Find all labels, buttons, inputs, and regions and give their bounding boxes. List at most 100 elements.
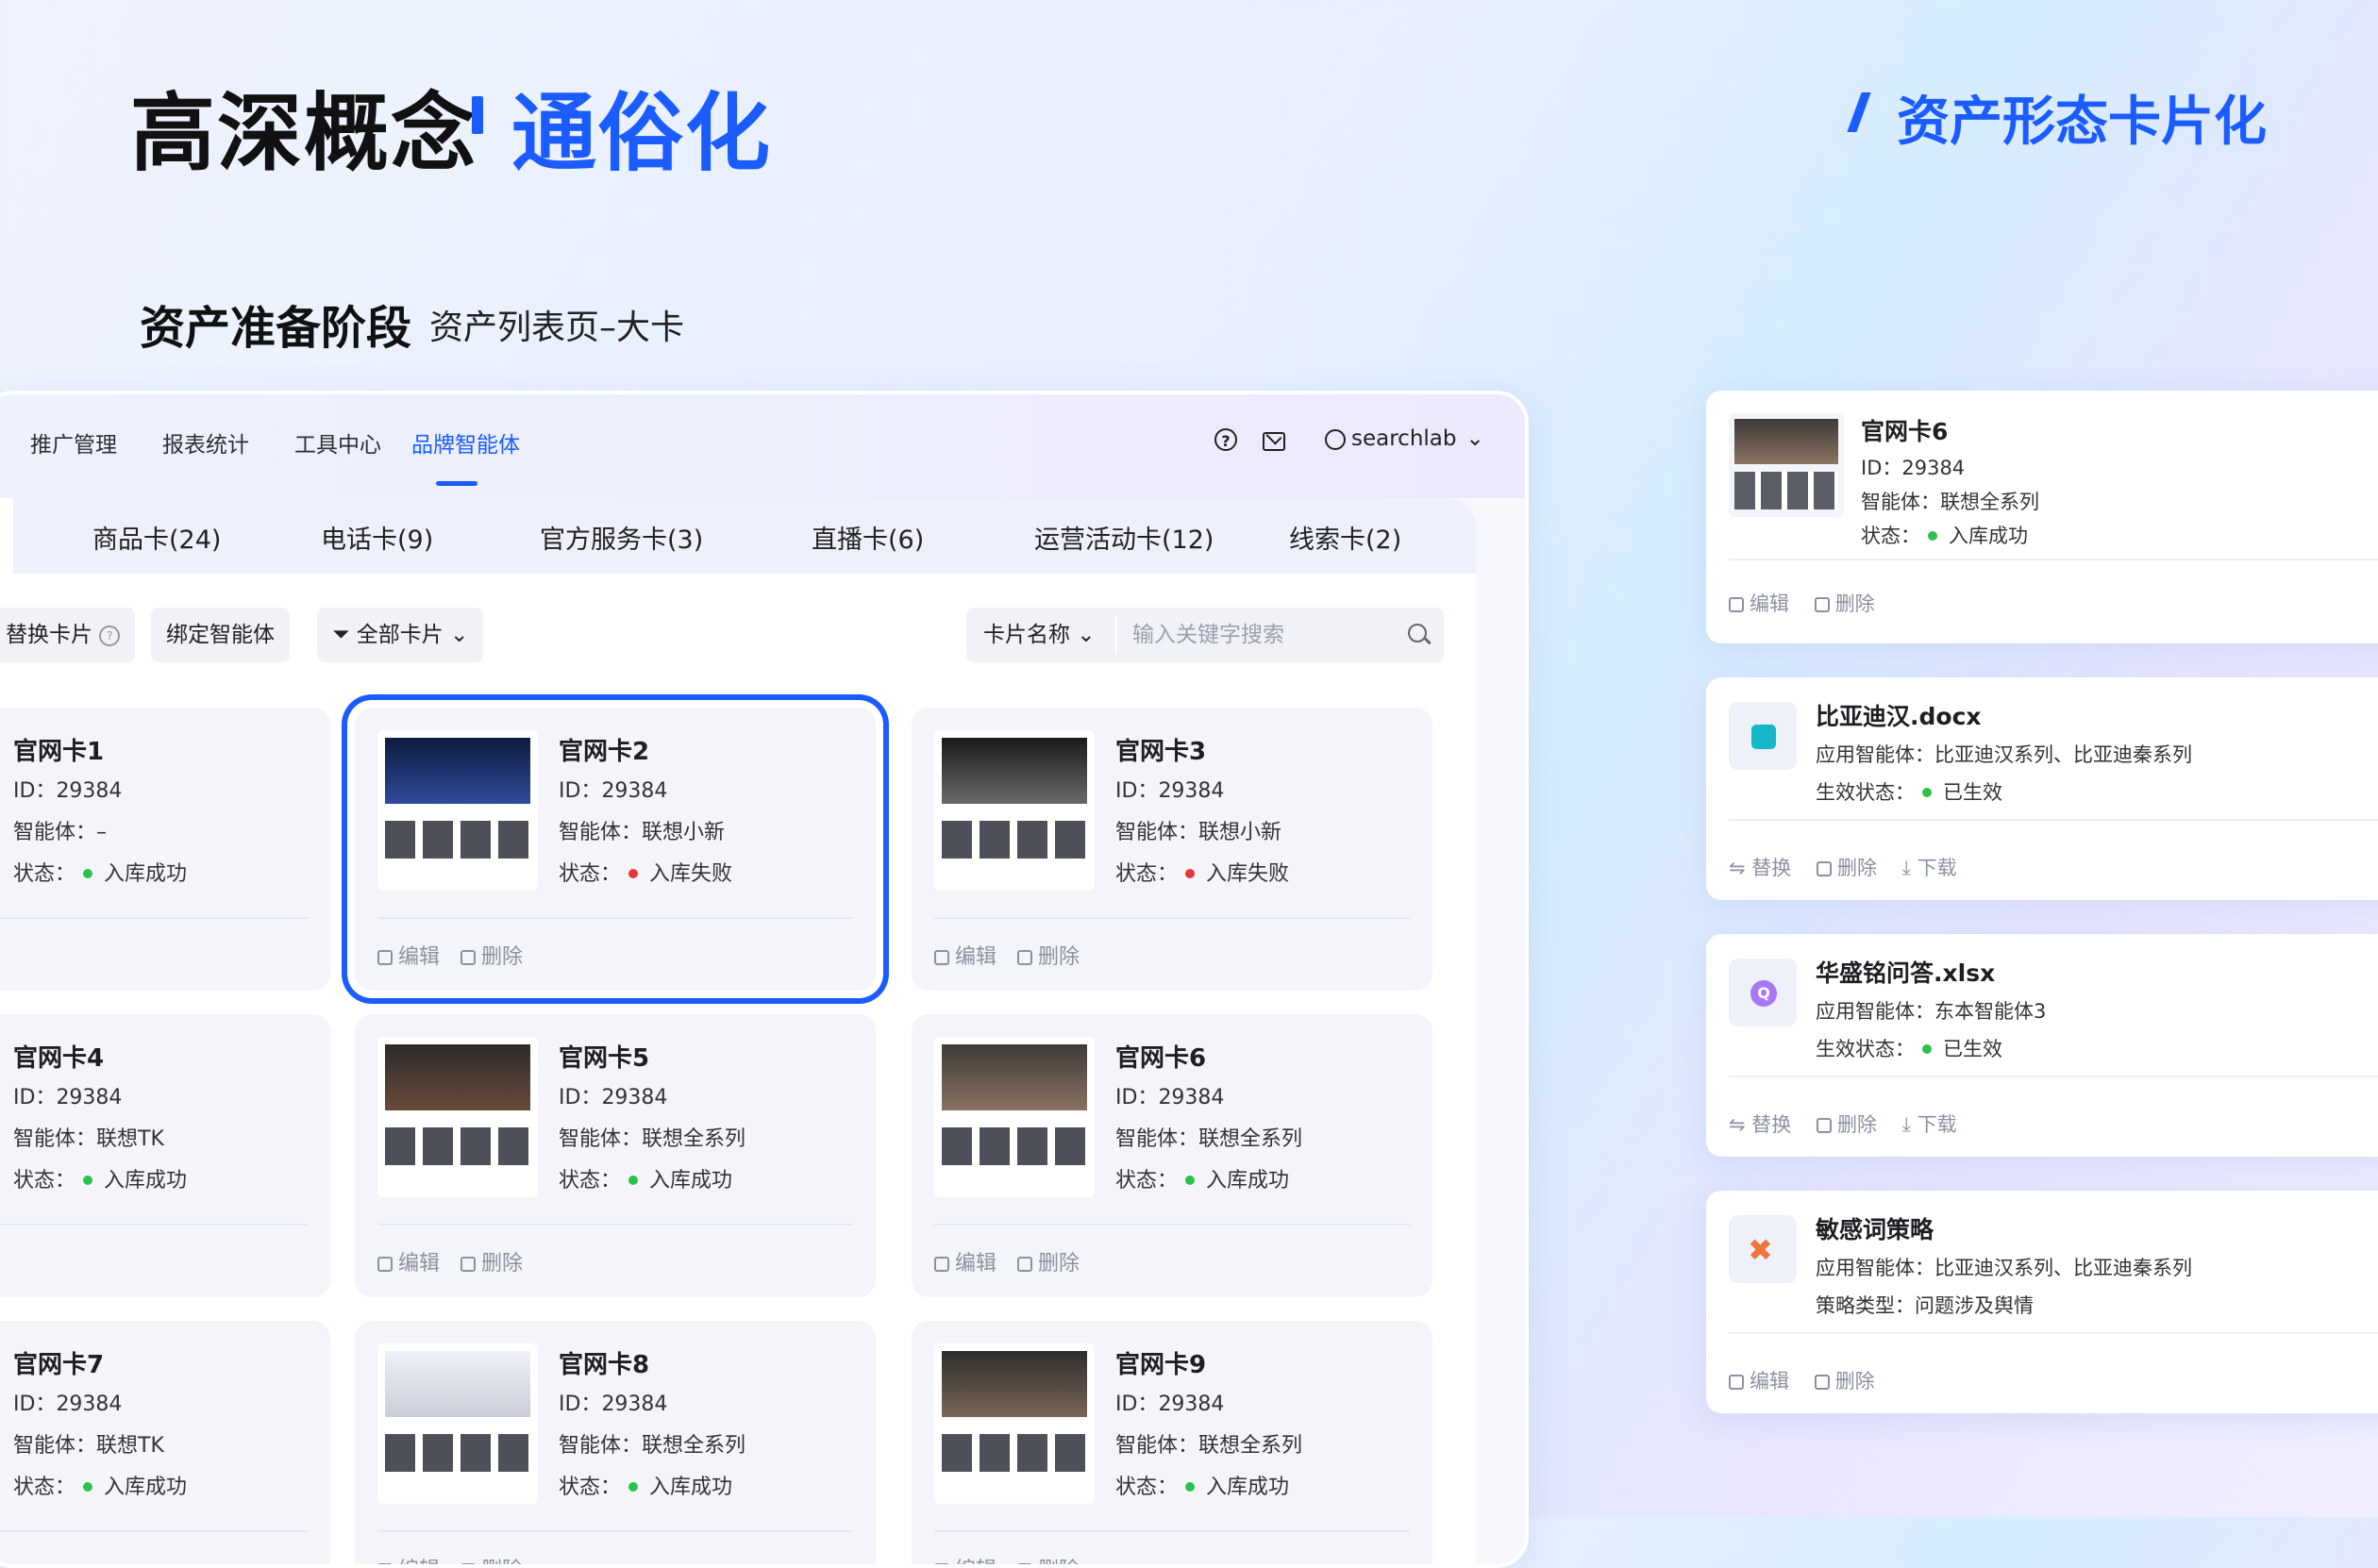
divider (377, 1224, 853, 1226)
tab-product[interactable]: 商品卡(24) (92, 519, 221, 556)
card-title: 官网卡2 (559, 738, 650, 766)
effective-status: 生效状态： 已生效 (1816, 1034, 2002, 1062)
search-icon[interactable] (1408, 624, 1427, 642)
nav-active-indicator (436, 481, 477, 486)
card-thumbnail (377, 730, 538, 891)
trash-icon (461, 1563, 477, 1564)
asset-card[interactable]: 官网卡9 ID：29384 智能体：联想全系列状态： 入库成功编辑 删除 (912, 1321, 1432, 1564)
delete-button[interactable]: 删除 (1017, 1559, 1080, 1564)
card-id: ID：29384 (1115, 774, 1224, 804)
asset-card[interactable]: 官网卡7ID：29384智能体：联想TK状态：入库成功编辑删除 (0, 1321, 330, 1564)
filter-dropdown[interactable]: ⏷ 全部卡片 ⌄ (317, 608, 484, 662)
trash-icon (1816, 1118, 1832, 1133)
edit-button[interactable]: 编辑 (377, 945, 440, 969)
delete-button[interactable]: 删除 (1017, 945, 1080, 969)
asset-card[interactable]: 官网卡8 ID：29384 智能体：联想全系列状态： 入库成功编辑 删除 (355, 1321, 876, 1564)
trash-icon (1814, 597, 1830, 612)
download-button[interactable]: ⤓ 下载 (1902, 857, 1957, 879)
status-label: 状态： (559, 1169, 622, 1193)
edit-button[interactable]: 编辑 (934, 1252, 996, 1276)
tab-live[interactable]: 直播卡(6) (812, 519, 924, 556)
status-label: 状态： (13, 1476, 76, 1499)
trash-icon (1017, 1563, 1033, 1564)
edit-icon (377, 1563, 393, 1564)
applied-agents: 应用智能体：东本智能体3 (1816, 1000, 2047, 1023)
tab-phone[interactable]: 电话卡(9) (321, 519, 433, 556)
status-dot (628, 1482, 639, 1492)
card-actions: ⇋ 替换 删除 ⤓ 下载 (1729, 853, 1957, 881)
asset-card[interactable]: 官网卡6 ID：29384 智能体：联想全系列 状态： 入库成功 编辑 删除 (912, 1014, 1432, 1297)
asset-card[interactable]: 官网卡4ID：29384智能体：联想TK状态：入库成功编辑删除 (0, 1014, 330, 1297)
delete-button[interactable]: 删除 (1814, 592, 1875, 615)
asset-card[interactable]: 官网卡2 ID：29384 智能体：联想小新 状态： 入库失败 编辑 删除 (355, 708, 876, 991)
user-menu[interactable]: searchlab ⌄ (1325, 426, 1484, 451)
edit-button[interactable]: 编辑 (377, 1252, 440, 1276)
replace-card-button[interactable]: 替换卡片 ? (0, 608, 136, 662)
edit-button[interactable]: 编辑 (934, 1559, 996, 1564)
thumbnail-banner (942, 1044, 1087, 1110)
id-label: ID： (559, 1393, 602, 1416)
delete-button[interactable]: 删除 (461, 1252, 523, 1276)
right-card-official-6[interactable]: 官网卡6 ID：29384 智能体：联想全系列 状态： 入库成功 编辑 删除 (1706, 391, 2378, 643)
delete-button[interactable]: 删除 (461, 945, 523, 969)
download-icon: ⤓ (1901, 1113, 1911, 1136)
filter-label: 全部卡片 (356, 623, 444, 647)
applied-agents: 应用智能体：比亚迪汉系列、比亚迪秦系列 (1816, 1257, 2192, 1279)
user-name: searchlab (1351, 426, 1457, 451)
mail-icon[interactable] (1263, 432, 1285, 451)
edit-label: 编辑 (1750, 1370, 1789, 1393)
nav-brand-agent[interactable]: 品牌智能体 (411, 426, 520, 459)
card-id: ID：29384 (559, 774, 667, 804)
divider (0, 1530, 308, 1532)
edit-button[interactable]: 编辑 (377, 1559, 440, 1564)
tab-leads[interactable]: 线索卡(2) (1289, 519, 1401, 556)
nav-reports[interactable]: 报表统计 (162, 426, 249, 459)
nav-tools[interactable]: 工具中心 (294, 426, 381, 459)
replace-button[interactable]: ⇋ 替换 (1729, 857, 1791, 879)
divider (1729, 1076, 2378, 1077)
bind-agent-button[interactable]: 绑定智能体 (151, 608, 290, 662)
asset-card[interactable]: 官网卡1ID：29384智能体：–状态：入库成功编辑删除 (0, 708, 330, 991)
status-value: 入库成功 (649, 1169, 733, 1193)
card-actions: 编辑 删除 (1729, 589, 1875, 617)
divider (1729, 1332, 2378, 1334)
card-title: 官网卡6 (1861, 418, 1949, 445)
id-label: ID： (1115, 779, 1159, 803)
edit-button[interactable]: 编辑 (1729, 1370, 1789, 1393)
download-button[interactable]: ⤓ 下载 (1902, 1113, 1957, 1136)
delete-button[interactable]: 删除 (1814, 1370, 1875, 1393)
delete-button[interactable]: 删除 (1017, 1252, 1080, 1276)
asset-card[interactable]: 官网卡5 ID：29384 智能体：联想全系列 状态： 入库成功 编辑 删除 (355, 1014, 876, 1297)
status-dot (1928, 531, 1937, 541)
delete-label: 删除 (1038, 945, 1080, 969)
right-card-xlsx[interactable]: Q 华盛铭问答.xlsx 应用智能体：东本智能体3 生效状态： 已生效 ⇋ 替换 … (1706, 934, 2378, 1157)
tab-campaign[interactable]: 运营活动卡(12) (1034, 519, 1214, 556)
right-card-sensitive-words[interactable]: ✖ 敏感词策略 应用智能体：比亚迪汉系列、比亚迪秦系列 策略类型：问题涉及舆情 … (1706, 1191, 2378, 1413)
divider (1729, 819, 2378, 821)
right-title: 资产形态卡片化 (1897, 92, 2267, 153)
headline-divider (472, 96, 483, 134)
delete-button[interactable]: 删除 (461, 1559, 523, 1564)
delete-button[interactable]: 删除 (1816, 1113, 1877, 1136)
edit-button[interactable]: 编辑 (1729, 592, 1789, 615)
tab-official-service[interactable]: 官方服务卡(3) (540, 519, 703, 556)
headline-simplified: 通俗化 (511, 84, 772, 183)
search-field-select[interactable]: 卡片名称 ⌄ (983, 608, 1096, 662)
edit-button[interactable]: 编辑 (934, 945, 996, 969)
download-icon: ⤓ (1901, 857, 1911, 879)
replace-button[interactable]: ⇋ 替换 (1729, 1113, 1791, 1136)
right-card-docx[interactable]: 比亚迪汉.docx 应用智能体：比亚迪汉系列、比亚迪秦系列 生效状态： 已生效 ⇋… (1706, 677, 2378, 900)
status-value: 入库成功 (649, 1476, 733, 1499)
delete-button[interactable]: 删除 (1816, 857, 1877, 879)
help-icon[interactable]: ? (1214, 428, 1237, 451)
edit-label: 编辑 (955, 1559, 996, 1564)
id-value: 29384 (1158, 1086, 1225, 1109)
asset-card[interactable]: 官网卡3 ID：29384 智能体：联想小新 状态： 入库失败 编辑 删除 (912, 708, 1432, 991)
replace-label: 替换 (1751, 1113, 1792, 1136)
replace-label: 替换 (1751, 857, 1792, 879)
card-title: 官网卡6 (1115, 1044, 1207, 1073)
nav-promotion[interactable]: 推广管理 (30, 426, 117, 459)
search-input[interactable]: 输入关键字搜索 (1132, 608, 1284, 662)
thumbnail-banner (385, 1044, 530, 1110)
id-value: 29384 (56, 779, 123, 803)
